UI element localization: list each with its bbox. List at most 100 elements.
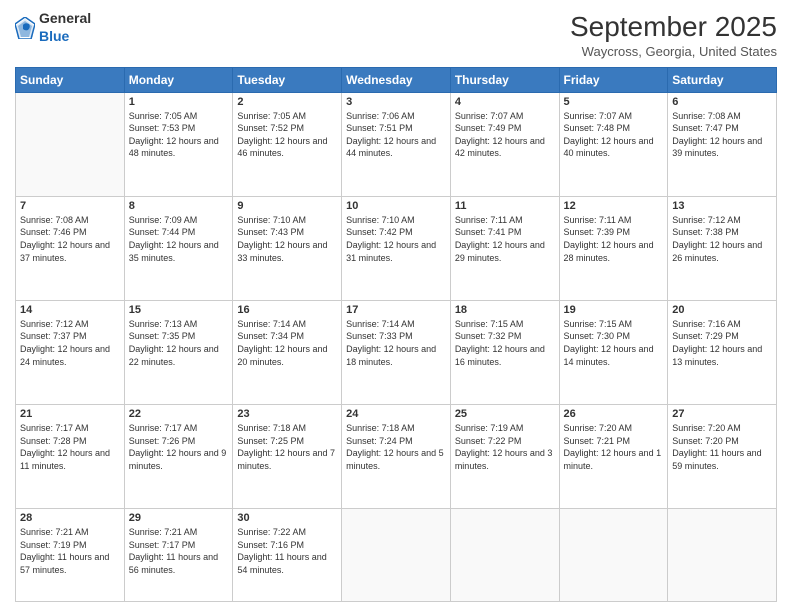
weekday-header-friday: Friday [559,67,668,92]
logo-text: General Blue [39,10,91,46]
day-cell: 10Sunrise: 7:10 AMSunset: 7:42 PMDayligh… [342,196,451,300]
day-number: 25 [455,408,555,420]
day-info: Sunrise: 7:15 AMSunset: 7:30 PMDaylight:… [564,318,664,368]
day-number: 24 [346,408,446,420]
day-info: Sunrise: 7:09 AMSunset: 7:44 PMDaylight:… [129,214,229,264]
week-row-3: 14 Sunrise: 7:12 AMSunset: 7:37 PMDayligh… [16,300,777,404]
day-info: Sunrise: 7:14 AMSunset: 7:33 PMDaylight:… [346,318,446,368]
day-cell [16,92,125,196]
day-info: Sunrise: 7:14 AMSunset: 7:34 PMDaylight:… [237,318,337,368]
day-number: 30 [237,512,337,524]
week-row-4: 21 Sunrise: 7:17 AMSunset: 7:28 PMDayligh… [16,404,777,508]
day-cell: 4 Sunrise: 7:07 AMSunset: 7:49 PMDaylight… [450,92,559,196]
day-cell [342,509,451,602]
day-info: Sunrise: 7:10 AMSunset: 7:43 PMDaylight:… [237,214,337,264]
day-cell: 12 Sunrise: 7:11 AMSunset: 7:39 PMDayligh… [559,196,668,300]
day-info: Sunrise: 7:15 AMSunset: 7:32 PMDaylight:… [455,318,555,368]
day-info: Sunrise: 7:05 AMSunset: 7:53 PMDaylight:… [129,110,229,160]
day-info: Sunrise: 7:12 AMSunset: 7:38 PMDaylight:… [672,214,772,264]
day-number: 1 [129,96,229,108]
subtitle: Waycross, Georgia, United States [570,44,777,59]
day-cell: 17 Sunrise: 7:14 AMSunset: 7:33 PMDayligh… [342,300,451,404]
day-cell: 26 Sunrise: 7:20 AMSunset: 7:21 PMDayligh… [559,404,668,508]
logo-icon [15,17,35,39]
weekday-header-thursday: Thursday [450,67,559,92]
day-info: Sunrise: 7:20 AMSunset: 7:21 PMDaylight:… [564,422,664,472]
day-cell [668,509,777,602]
weekday-header-saturday: Saturday [668,67,777,92]
day-number: 29 [129,512,229,524]
day-info: Sunrise: 7:17 AMSunset: 7:26 PMDaylight:… [129,422,229,472]
calendar-table: SundayMondayTuesdayWednesdayThursdayFrid… [15,67,777,602]
day-number: 20 [672,304,772,316]
day-cell: 14 Sunrise: 7:12 AMSunset: 7:37 PMDayligh… [16,300,125,404]
day-cell: 2 Sunrise: 7:05 AMSunset: 7:52 PMDaylight… [233,92,342,196]
day-cell [450,509,559,602]
day-number: 13 [672,200,772,212]
day-cell: 15 Sunrise: 7:13 AMSunset: 7:35 PMDayligh… [124,300,233,404]
day-info: Sunrise: 7:21 AMSunset: 7:19 PMDaylight:… [20,526,120,576]
day-number: 4 [455,96,555,108]
day-number: 16 [237,304,337,316]
day-number: 5 [564,96,664,108]
day-info: Sunrise: 7:07 AMSunset: 7:49 PMDaylight:… [455,110,555,160]
day-cell: 27Sunrise: 7:20 AMSunset: 7:20 PMDayligh… [668,404,777,508]
weekday-header-wednesday: Wednesday [342,67,451,92]
day-number: 22 [129,408,229,420]
day-number: 26 [564,408,664,420]
logo-blue: Blue [39,28,91,46]
day-cell: 23 Sunrise: 7:18 AMSunset: 7:25 PMDayligh… [233,404,342,508]
day-number: 2 [237,96,337,108]
day-cell: 7 Sunrise: 7:08 AMSunset: 7:46 PMDaylight… [16,196,125,300]
day-number: 19 [564,304,664,316]
day-cell: 1 Sunrise: 7:05 AMSunset: 7:53 PMDaylight… [124,92,233,196]
week-row-1: 1 Sunrise: 7:05 AMSunset: 7:53 PMDaylight… [16,92,777,196]
day-cell: 25 Sunrise: 7:19 AMSunset: 7:22 PMDayligh… [450,404,559,508]
day-cell: 11Sunrise: 7:11 AMSunset: 7:41 PMDayligh… [450,196,559,300]
day-number: 9 [237,200,337,212]
header: General Blue September 2025 Waycross, Ge… [15,10,777,59]
day-cell: 21 Sunrise: 7:17 AMSunset: 7:28 PMDayligh… [16,404,125,508]
day-cell: 19 Sunrise: 7:15 AMSunset: 7:30 PMDayligh… [559,300,668,404]
day-info: Sunrise: 7:19 AMSunset: 7:22 PMDaylight:… [455,422,555,472]
day-number: 8 [129,200,229,212]
day-info: Sunrise: 7:18 AMSunset: 7:25 PMDaylight:… [237,422,337,472]
day-number: 14 [20,304,120,316]
day-info: Sunrise: 7:20 AMSunset: 7:20 PMDaylight:… [672,422,772,472]
day-number: 23 [237,408,337,420]
main-title: September 2025 [570,10,777,44]
day-info: Sunrise: 7:18 AMSunset: 7:24 PMDaylight:… [346,422,446,472]
day-info: Sunrise: 7:06 AMSunset: 7:51 PMDaylight:… [346,110,446,160]
day-number: 6 [672,96,772,108]
day-number: 15 [129,304,229,316]
day-info: Sunrise: 7:21 AMSunset: 7:17 PMDaylight:… [129,526,229,576]
day-info: Sunrise: 7:11 AMSunset: 7:39 PMDaylight:… [564,214,664,264]
logo: General Blue [15,10,91,46]
day-info: Sunrise: 7:08 AMSunset: 7:46 PMDaylight:… [20,214,120,264]
day-number: 12 [564,200,664,212]
day-number: 21 [20,408,120,420]
day-cell: 28Sunrise: 7:21 AMSunset: 7:19 PMDayligh… [16,509,125,602]
day-info: Sunrise: 7:05 AMSunset: 7:52 PMDaylight:… [237,110,337,160]
day-info: Sunrise: 7:22 AMSunset: 7:16 PMDaylight:… [237,526,337,576]
weekday-header-row: SundayMondayTuesdayWednesdayThursdayFrid… [16,67,777,92]
day-cell: 22 Sunrise: 7:17 AMSunset: 7:26 PMDayligh… [124,404,233,508]
day-info: Sunrise: 7:08 AMSunset: 7:47 PMDaylight:… [672,110,772,160]
day-info: Sunrise: 7:17 AMSunset: 7:28 PMDaylight:… [20,422,120,472]
day-info: Sunrise: 7:12 AMSunset: 7:37 PMDaylight:… [20,318,120,368]
day-number: 10 [346,200,446,212]
day-cell: 18Sunrise: 7:15 AMSunset: 7:32 PMDayligh… [450,300,559,404]
day-cell: 3 Sunrise: 7:06 AMSunset: 7:51 PMDaylight… [342,92,451,196]
day-number: 17 [346,304,446,316]
day-cell: 20 Sunrise: 7:16 AMSunset: 7:29 PMDayligh… [668,300,777,404]
day-number: 3 [346,96,446,108]
day-info: Sunrise: 7:13 AMSunset: 7:35 PMDaylight:… [129,318,229,368]
week-row-5: 28Sunrise: 7:21 AMSunset: 7:19 PMDayligh… [16,509,777,602]
day-info: Sunrise: 7:11 AMSunset: 7:41 PMDaylight:… [455,214,555,264]
day-info: Sunrise: 7:16 AMSunset: 7:29 PMDaylight:… [672,318,772,368]
week-row-2: 7 Sunrise: 7:08 AMSunset: 7:46 PMDaylight… [16,196,777,300]
day-number: 7 [20,200,120,212]
day-cell: 29 Sunrise: 7:21 AMSunset: 7:17 PMDayligh… [124,509,233,602]
day-info: Sunrise: 7:07 AMSunset: 7:48 PMDaylight:… [564,110,664,160]
day-cell: 6 Sunrise: 7:08 AMSunset: 7:47 PMDaylight… [668,92,777,196]
